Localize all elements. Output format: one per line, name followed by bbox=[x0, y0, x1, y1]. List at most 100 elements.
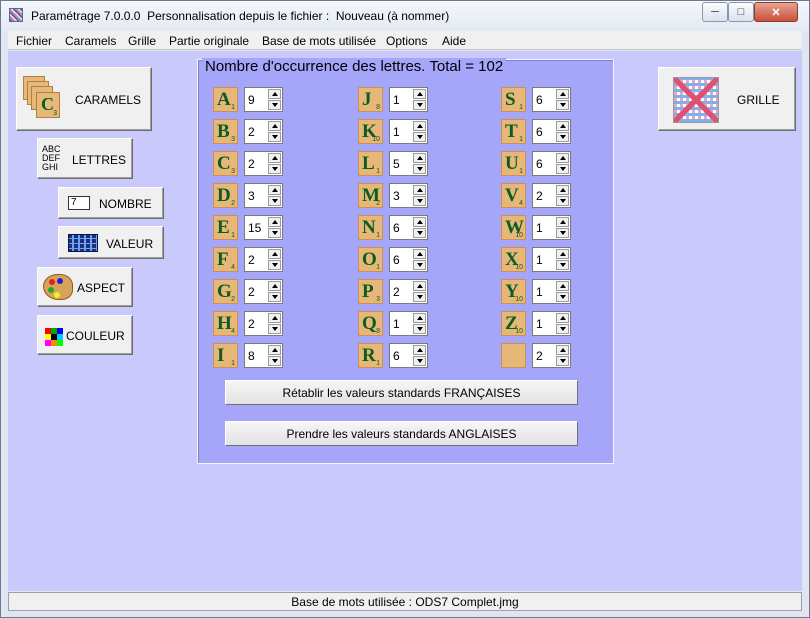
spin-down-arrow-icon[interactable] bbox=[413, 164, 426, 174]
lettres-button[interactable]: ABC DEF GHI LETTRES bbox=[37, 138, 133, 179]
count-spinner-t[interactable]: 6 bbox=[532, 119, 571, 144]
maximize-button[interactable]: □ bbox=[728, 2, 754, 22]
count-value[interactable]: 1 bbox=[393, 93, 400, 107]
count-spinner-d[interactable]: 3 bbox=[244, 183, 283, 208]
spin-up-arrow-icon[interactable] bbox=[268, 89, 281, 99]
count-spinner-g[interactable]: 2 bbox=[244, 279, 283, 304]
count-value[interactable]: 2 bbox=[248, 157, 255, 171]
spin-down-arrow-icon[interactable] bbox=[268, 292, 281, 302]
count-value[interactable]: 8 bbox=[248, 349, 255, 363]
count-spinner-o[interactable]: 6 bbox=[389, 247, 428, 272]
menu-fichier[interactable]: Fichier bbox=[16, 34, 52, 48]
count-spinner-blank[interactable]: 2 bbox=[532, 343, 571, 368]
spin-down-arrow-icon[interactable] bbox=[556, 324, 569, 334]
spin-down-arrow-icon[interactable] bbox=[268, 228, 281, 238]
count-value[interactable]: 6 bbox=[536, 157, 543, 171]
spin-down-arrow-icon[interactable] bbox=[268, 196, 281, 206]
spin-down-arrow-icon[interactable] bbox=[556, 228, 569, 238]
restore-french-values-button[interactable]: Rétablir les valeurs standards FRANÇAISE… bbox=[225, 380, 578, 405]
count-value[interactable]: 6 bbox=[536, 93, 543, 107]
spin-up-arrow-icon[interactable] bbox=[413, 313, 426, 323]
spin-up-arrow-icon[interactable] bbox=[413, 121, 426, 131]
spin-up-arrow-icon[interactable] bbox=[268, 345, 281, 355]
count-spinner-c[interactable]: 2 bbox=[244, 151, 283, 176]
count-value[interactable]: 1 bbox=[536, 253, 543, 267]
spin-up-arrow-icon[interactable] bbox=[268, 281, 281, 291]
menu-caramels[interactable]: Caramels bbox=[65, 34, 116, 48]
spin-up-arrow-icon[interactable] bbox=[268, 121, 281, 131]
count-spinner-b[interactable]: 2 bbox=[244, 119, 283, 144]
count-spinner-l[interactable]: 5 bbox=[389, 151, 428, 176]
spin-down-arrow-icon[interactable] bbox=[268, 260, 281, 270]
spin-down-arrow-icon[interactable] bbox=[268, 356, 281, 366]
count-spinner-v[interactable]: 2 bbox=[532, 183, 571, 208]
spin-down-arrow-icon[interactable] bbox=[413, 260, 426, 270]
count-value[interactable]: 6 bbox=[393, 253, 400, 267]
aspect-button[interactable]: ASPECT bbox=[37, 267, 133, 307]
count-spinner-m[interactable]: 3 bbox=[389, 183, 428, 208]
spin-down-arrow-icon[interactable] bbox=[556, 164, 569, 174]
spin-down-arrow-icon[interactable] bbox=[413, 196, 426, 206]
count-value[interactable]: 1 bbox=[393, 125, 400, 139]
spin-down-arrow-icon[interactable] bbox=[268, 164, 281, 174]
spin-down-arrow-icon[interactable] bbox=[556, 132, 569, 142]
spin-down-arrow-icon[interactable] bbox=[556, 356, 569, 366]
count-spinner-s[interactable]: 6 bbox=[532, 87, 571, 112]
spin-up-arrow-icon[interactable] bbox=[556, 345, 569, 355]
count-value[interactable]: 3 bbox=[393, 189, 400, 203]
spin-down-arrow-icon[interactable] bbox=[556, 292, 569, 302]
count-spinner-k[interactable]: 1 bbox=[389, 119, 428, 144]
spin-up-arrow-icon[interactable] bbox=[268, 153, 281, 163]
count-spinner-i[interactable]: 8 bbox=[244, 343, 283, 368]
count-value[interactable]: 1 bbox=[536, 221, 543, 235]
spin-down-arrow-icon[interactable] bbox=[413, 324, 426, 334]
count-value[interactable]: 2 bbox=[248, 317, 255, 331]
spin-up-arrow-icon[interactable] bbox=[556, 281, 569, 291]
spin-down-arrow-icon[interactable] bbox=[413, 100, 426, 110]
menu-aide[interactable]: Aide bbox=[442, 34, 466, 48]
spin-down-arrow-icon[interactable] bbox=[556, 260, 569, 270]
count-spinner-z[interactable]: 1 bbox=[532, 311, 571, 336]
spin-down-arrow-icon[interactable] bbox=[413, 292, 426, 302]
spin-up-arrow-icon[interactable] bbox=[413, 281, 426, 291]
spin-down-arrow-icon[interactable] bbox=[556, 196, 569, 206]
count-value[interactable]: 9 bbox=[248, 93, 255, 107]
spin-up-arrow-icon[interactable] bbox=[556, 153, 569, 163]
count-value[interactable]: 2 bbox=[248, 125, 255, 139]
spin-up-arrow-icon[interactable] bbox=[268, 217, 281, 227]
spin-up-arrow-icon[interactable] bbox=[556, 185, 569, 195]
spin-up-arrow-icon[interactable] bbox=[556, 249, 569, 259]
count-spinner-y[interactable]: 1 bbox=[532, 279, 571, 304]
menu-grille[interactable]: Grille bbox=[128, 34, 156, 48]
count-value[interactable]: 2 bbox=[248, 253, 255, 267]
spin-up-arrow-icon[interactable] bbox=[268, 249, 281, 259]
menu-partie-originale[interactable]: Partie originale bbox=[169, 34, 249, 48]
count-value[interactable]: 5 bbox=[393, 157, 400, 171]
close-button[interactable]: ✕ bbox=[754, 2, 798, 22]
spin-up-arrow-icon[interactable] bbox=[413, 249, 426, 259]
count-value[interactable]: 6 bbox=[536, 125, 543, 139]
spin-up-arrow-icon[interactable] bbox=[413, 217, 426, 227]
count-spinner-f[interactable]: 2 bbox=[244, 247, 283, 272]
spin-up-arrow-icon[interactable] bbox=[268, 185, 281, 195]
count-value[interactable]: 1 bbox=[536, 285, 543, 299]
count-spinner-w[interactable]: 1 bbox=[532, 215, 571, 240]
count-spinner-u[interactable]: 6 bbox=[532, 151, 571, 176]
count-value[interactable]: 1 bbox=[393, 317, 400, 331]
count-spinner-n[interactable]: 6 bbox=[389, 215, 428, 240]
menu-base-de-mots[interactable]: Base de mots utilisée bbox=[262, 34, 376, 48]
count-value[interactable]: 2 bbox=[536, 189, 543, 203]
spin-down-arrow-icon[interactable] bbox=[268, 324, 281, 334]
count-spinner-a[interactable]: 9 bbox=[244, 87, 283, 112]
count-spinner-p[interactable]: 2 bbox=[389, 279, 428, 304]
spin-down-arrow-icon[interactable] bbox=[413, 132, 426, 142]
english-values-button[interactable]: Prendre les valeurs standards ANGLAISES bbox=[225, 421, 578, 446]
spin-down-arrow-icon[interactable] bbox=[413, 356, 426, 366]
spin-up-arrow-icon[interactable] bbox=[556, 313, 569, 323]
spin-down-arrow-icon[interactable] bbox=[556, 100, 569, 110]
spin-down-arrow-icon[interactable] bbox=[268, 132, 281, 142]
spin-down-arrow-icon[interactable] bbox=[268, 100, 281, 110]
count-value[interactable]: 2 bbox=[393, 285, 400, 299]
caramels-button[interactable]: C 3 CARAMELS bbox=[16, 67, 152, 131]
count-spinner-j[interactable]: 1 bbox=[389, 87, 428, 112]
